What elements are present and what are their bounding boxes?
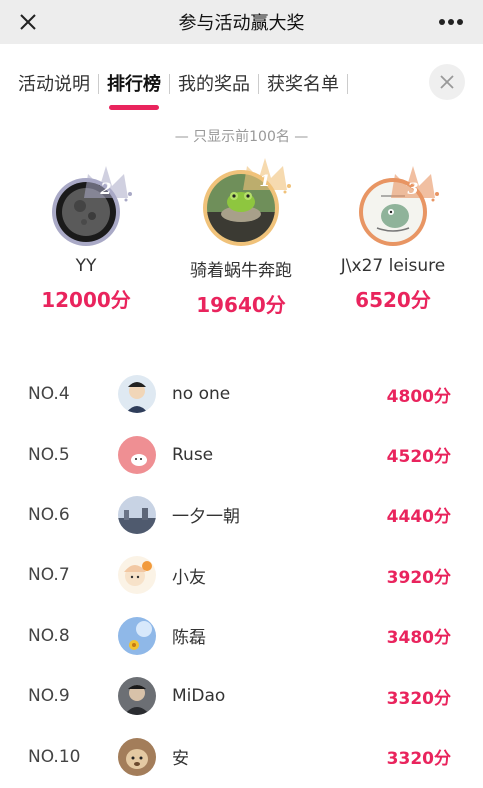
user-name: Ruse — [172, 444, 214, 465]
user-name: 小友 — [172, 567, 206, 588]
podium-name: 骑着蜗牛奔跑 — [190, 261, 292, 281]
avatar-ring: 1 — [203, 158, 291, 246]
avatar — [118, 375, 156, 414]
user-score: 3320分 — [386, 688, 451, 709]
tab-bar: 活动说明 排行榜 我的奖品 获奖名单 — [0, 44, 483, 124]
avatar — [118, 677, 156, 716]
tab-my-prizes[interactable]: 我的奖品 — [170, 70, 258, 100]
avatar — [118, 495, 156, 534]
user-name: 安 — [172, 749, 189, 770]
rank-3-badge-icon: 3 — [391, 166, 439, 202]
podium-name: J\x27 leisure — [340, 256, 446, 276]
tab-winners-list[interactable]: 获奖名单 — [259, 70, 347, 100]
rank-no: NO.4 — [28, 384, 70, 405]
rank-number: 1 — [259, 171, 270, 190]
ranking-list: NO.4 no one 4800分 NO.5 Ruse 4520分 NO.6 一… — [0, 364, 483, 787]
page-title: 参与活动赢大奖 — [178, 13, 305, 34]
top100-notice: — 只显示前100名 — — [174, 129, 309, 145]
tabs-close-button[interactable] — [429, 64, 465, 100]
user-score: 4800分 — [386, 386, 451, 407]
podium: 2 YY 12000分 1 骑着蜗牛奔跑 19640分 3 J\x27 leis… — [0, 146, 483, 366]
avatar-ring: 3 — [359, 166, 439, 246]
list-item[interactable]: NO.4 no one 4800分 — [0, 364, 483, 424]
podium-score: 19640分 — [196, 293, 286, 317]
more-icon — [439, 19, 463, 25]
list-item[interactable]: NO.10 安 3320分 — [0, 726, 483, 786]
avatar-ring: 2 — [52, 166, 132, 246]
rank-number: 3 — [407, 179, 418, 198]
rank-no: NO.7 — [28, 565, 70, 586]
avatar — [118, 556, 156, 595]
close-icon — [440, 75, 454, 89]
close-button[interactable] — [12, 6, 44, 38]
list-item[interactable]: NO.5 Ruse 4520分 — [0, 424, 483, 484]
user-score: 3320分 — [386, 749, 451, 770]
list-item[interactable]: NO.6 一夕一朝 4440分 — [0, 485, 483, 545]
user-name: 一夕一朝 — [172, 507, 240, 528]
podium-item-rank-1[interactable]: 1 骑着蜗牛奔跑 19640分 — [161, 158, 321, 318]
list-item[interactable]: NO.9 MiDao 3320分 — [0, 666, 483, 726]
rank-no: NO.5 — [28, 444, 70, 465]
avatar — [118, 435, 156, 474]
list-item[interactable]: NO.8 陈磊 3480分 — [0, 606, 483, 666]
user-name: 陈磊 — [172, 628, 206, 649]
user-score: 4520分 — [386, 447, 451, 468]
tab-leaderboard[interactable]: 排行榜 — [99, 70, 169, 100]
title-bar: 参与活动赢大奖 — [0, 0, 483, 44]
tab-activity-info[interactable]: 活动说明 — [10, 70, 98, 100]
rank-number: 2 — [99, 179, 111, 198]
list-item[interactable]: NO.7 小友 3920分 — [0, 545, 483, 605]
user-score: 3480分 — [386, 628, 451, 649]
rank-no: NO.9 — [28, 686, 70, 707]
user-name: MiDao — [172, 686, 226, 707]
rank-no: NO.10 — [28, 746, 81, 767]
rank-no: NO.8 — [28, 625, 70, 646]
podium-item-rank-2[interactable]: 2 YY 12000分 — [6, 164, 166, 313]
user-score: 4440分 — [386, 507, 451, 528]
user-score: 3920分 — [386, 567, 451, 588]
more-button[interactable] — [431, 6, 471, 38]
rank-no: NO.6 — [28, 504, 70, 525]
podium-score: 6520分 — [355, 288, 431, 312]
tab-divider — [347, 74, 348, 94]
avatar — [118, 737, 156, 776]
rank-2-badge-icon: 2 — [84, 166, 132, 202]
user-name: no one — [172, 384, 231, 405]
podium-name: YY — [75, 256, 97, 276]
close-icon — [20, 14, 36, 30]
podium-item-rank-3[interactable]: 3 J\x27 leisure 6520分 — [313, 164, 473, 313]
avatar — [118, 616, 156, 655]
rank-1-badge-icon: 1 — [243, 158, 291, 194]
podium-score: 12000分 — [41, 288, 131, 312]
